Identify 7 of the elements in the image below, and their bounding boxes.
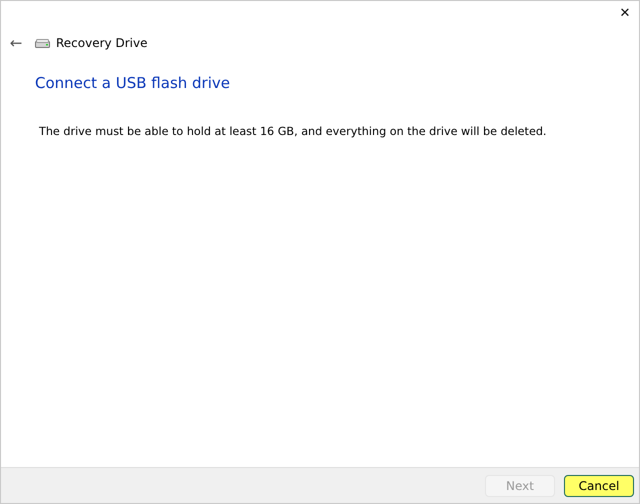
window-title: Recovery Drive (56, 36, 148, 50)
close-button[interactable]: ✕ (613, 2, 637, 24)
instruction-text: The drive must be able to hold at least 16 GB, and everything on the drive will be deleted. (39, 125, 548, 138)
cancel-button[interactable]: Cancel (564, 474, 634, 496)
drive-icon (35, 38, 50, 48)
page-heading: Connect a USB flash drive (35, 74, 231, 92)
back-button[interactable]: ← (4, 34, 28, 52)
